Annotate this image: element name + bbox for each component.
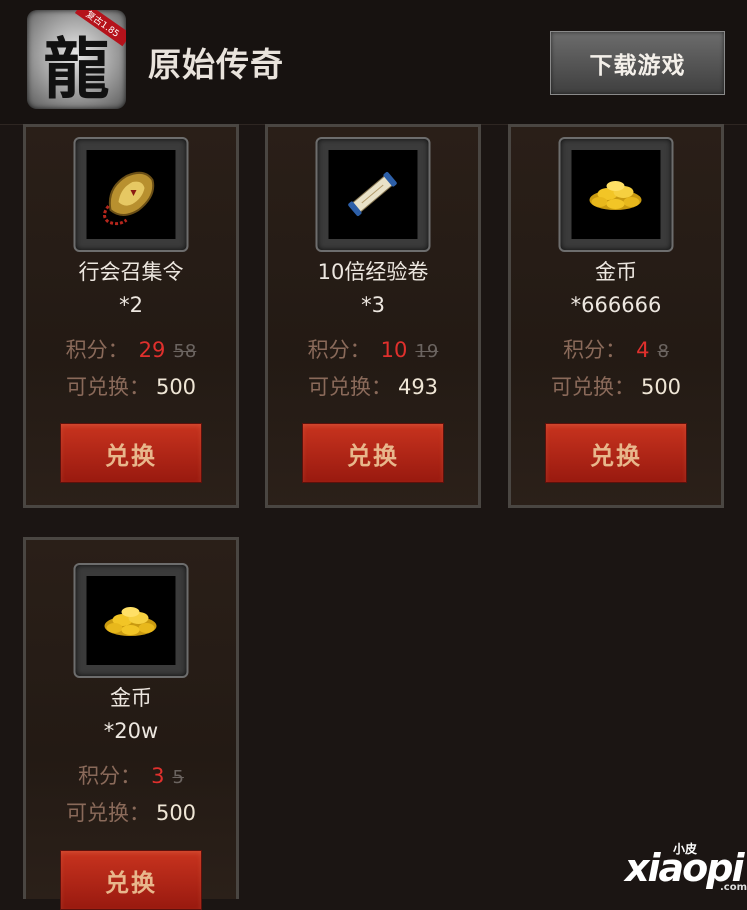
points-label: 积分： [65,338,129,362]
redeem-button[interactable]: 兑换 [302,423,444,483]
points-row: 积分： 10 19 [268,335,478,367]
watermark-small-text: 小皮 [673,842,698,856]
item-card: 金币 *20w 积分： 3 5 可兑换： 500 兑换 [23,537,239,910]
redeemable-label: 可兑换： [65,801,150,825]
item-quantity: *20w [103,719,159,743]
guild-token-icon [103,171,155,226]
item-icon-frame [558,137,674,252]
item-quantity: *2 [119,293,143,317]
original-price: 19 [415,341,439,362]
redeem-button[interactable]: 兑换 [545,423,687,483]
points-price: 10 [380,338,408,362]
app-header: 龍 复古1.85 原始传奇 下载游戏 [0,0,747,125]
original-price: 8 [657,341,669,362]
points-label: 积分： [307,338,371,362]
item-name: 金币 [110,686,152,710]
app-logo: 龍 复古1.85 [27,10,126,109]
redeemable-count: 500 [155,375,197,399]
redeem-button[interactable]: 兑换 [60,850,202,910]
redeemable-row: 可兑换： 500 [511,372,721,402]
item-quantity: *666666 [570,293,662,317]
points-row: 积分： 4 8 [511,335,721,367]
redeemable-row: 可兑换： 500 [26,798,236,828]
gold-coins-icon [104,607,157,636]
item-card: 行会召集令 *2 积分： 29 58 可兑换： 500 兑换 [23,124,239,508]
points-price: 29 [138,338,166,362]
redeemable-count: 500 [640,375,682,399]
original-price: 58 [173,341,197,362]
scroll-icon [348,171,397,217]
site-watermark: 小皮 xiaopi .com [625,842,747,893]
download-game-button[interactable]: 下载游戏 [550,31,725,95]
item-card: 金币 *666666 积分： 4 8 可兑换： 500 兑换 [508,124,724,508]
item-name: 行会召集令 [78,260,184,284]
redeem-button[interactable]: 兑换 [60,423,202,483]
item-name: 金币 [595,260,637,284]
points-label: 积分： [563,338,627,362]
points-row: 积分： 29 58 [26,335,236,367]
item-quantity: *3 [361,293,385,317]
points-label: 积分： [78,764,142,788]
gold-coins-icon [589,181,642,210]
points-row: 积分： 3 5 [26,761,236,793]
redeemable-count: 493 [397,375,439,399]
app-title: 原始传奇 [148,45,284,84]
points-price: 4 [636,338,650,362]
redeemable-label: 可兑换： [550,375,635,399]
redeemable-label: 可兑换： [307,375,392,399]
watermark-domain-suffix: .com [720,882,747,893]
redeemable-count: 500 [155,801,197,825]
redeemable-row: 可兑换： 500 [26,372,236,402]
item-icon-frame [73,563,189,678]
item-icon-frame [315,137,431,252]
redeemable-row: 可兑换： 493 [268,372,478,402]
redeemable-label: 可兑换： [65,375,150,399]
item-card: 10倍经验卷 *3 积分： 10 19 可兑换： 493 兑换 [265,124,481,508]
item-icon-frame [73,137,189,252]
item-name: 10倍经验卷 [317,260,429,284]
original-price: 5 [172,767,184,788]
points-price: 3 [151,764,165,788]
